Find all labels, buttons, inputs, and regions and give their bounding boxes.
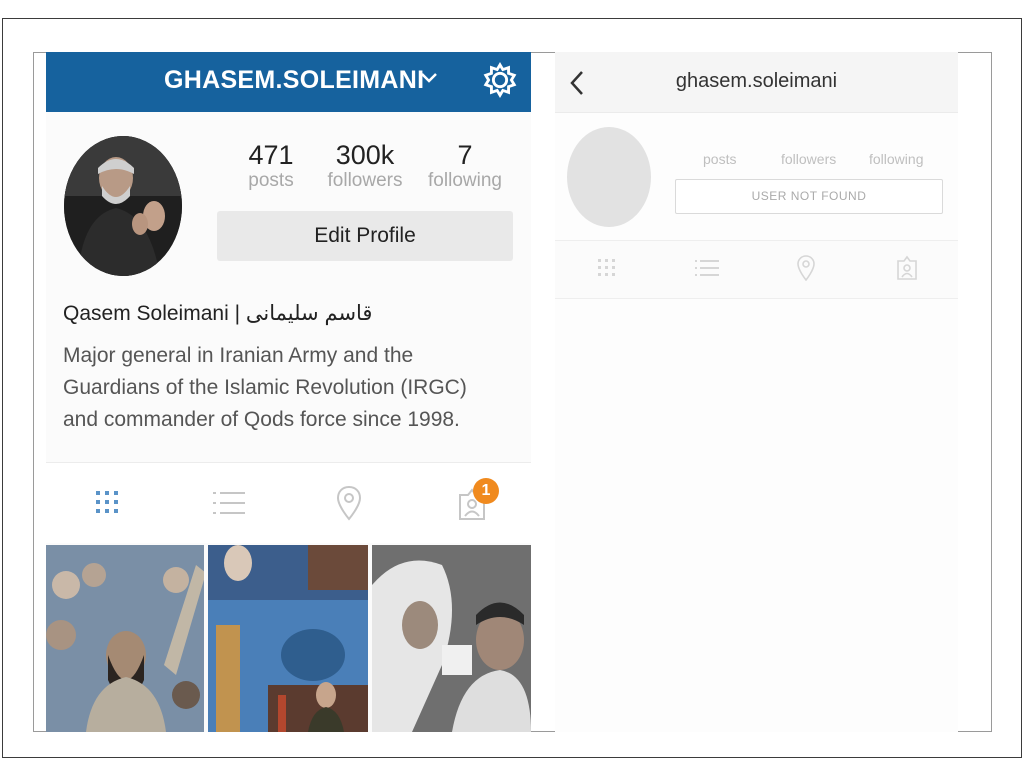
- right-profile-screen: ghasem.soleimani posts followers followi…: [555, 52, 958, 732]
- post-thumbnail[interactable]: [208, 545, 368, 732]
- stat-posts[interactable]: 471 posts: [236, 140, 306, 192]
- chevron-down-icon[interactable]: [418, 66, 440, 88]
- bio-line: and commander of Qods force since 1998.: [63, 408, 460, 431]
- profile-tab-bar: [46, 462, 531, 543]
- stat-followers[interactable]: 300k followers: [321, 140, 409, 192]
- profile-username[interactable]: GHASEM.SOLEIMANI: [164, 66, 424, 95]
- profile-header-bar: GHASEM.SOLEIMANI: [46, 52, 531, 112]
- posts-count: 471: [248, 140, 294, 170]
- post-thumbnail[interactable]: [372, 545, 531, 732]
- list-icon[interactable]: [213, 489, 245, 517]
- notification-badge: 1: [473, 478, 499, 504]
- bio-line: Guardians of the Islamic Revolution (IRG…: [63, 376, 467, 399]
- user-not-found-button[interactable]: USER NOT FOUND: [675, 179, 943, 214]
- avatar-placeholder: [567, 127, 651, 227]
- grid-icon[interactable]: [597, 258, 617, 278]
- location-pin-icon[interactable]: [336, 485, 362, 521]
- posts-label: posts: [703, 151, 737, 167]
- following-label: following: [869, 151, 924, 167]
- profile-tab-bar: [555, 240, 958, 299]
- bio-line: Major general in Iranian Army and the: [63, 344, 414, 367]
- profile-bio: Major general in Iranian Army and the Gu…: [63, 340, 513, 436]
- profile-username: ghasem.soleimani: [675, 70, 838, 92]
- avatar[interactable]: [64, 136, 182, 276]
- grid-icon[interactable]: [94, 489, 120, 515]
- post-thumbnail[interactable]: [46, 545, 204, 732]
- profile-full-name: Qasem Soleimani | قاسم سلیمانی: [63, 302, 373, 325]
- profile-header-bar: ghasem.soleimani: [555, 52, 958, 113]
- following-count: 7: [457, 140, 473, 170]
- followers-count: 300k: [335, 140, 395, 170]
- tagged-person-icon[interactable]: [895, 255, 919, 281]
- location-pin-icon[interactable]: [796, 255, 816, 281]
- followers-label: followers: [781, 151, 837, 167]
- posts-label: posts: [248, 170, 294, 191]
- stat-following[interactable]: 7 following: [422, 140, 508, 192]
- list-icon[interactable]: [695, 258, 719, 278]
- following-label: following: [428, 170, 502, 191]
- edit-profile-button[interactable]: Edit Profile: [217, 211, 513, 261]
- gear-icon[interactable]: [481, 61, 519, 99]
- left-profile-screen: GHASEM.SOLEIMANI 471 posts 300k follower…: [46, 52, 531, 732]
- followers-label: followers: [327, 170, 403, 191]
